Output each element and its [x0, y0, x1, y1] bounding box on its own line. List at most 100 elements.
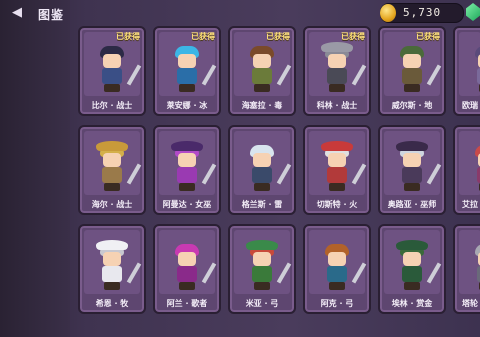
character-card[interactable]: 欧瑞 — [453, 26, 480, 116]
top-bar: ◀ 图鉴 5,730 — [0, 0, 480, 28]
character-name: 埃林 · 赏金 — [391, 299, 433, 308]
sprite-legs — [329, 84, 345, 92]
sprite-face — [328, 252, 346, 266]
character-sprite — [394, 240, 442, 292]
character-name: 切斯特 · 火 — [316, 200, 358, 209]
sprite-hat — [321, 141, 353, 151]
sprite-body — [177, 68, 197, 84]
sprite-body — [327, 167, 347, 183]
coin-counter: 5,730 — [380, 3, 464, 23]
sprite-face — [178, 153, 196, 167]
character-card[interactable]: 阿克 · 弓 — [303, 224, 371, 314]
character-card[interactable]: 已获得 科林 · 战士 — [303, 26, 371, 116]
character-card[interactable]: 已获得海塞拉 · 毒 — [228, 26, 296, 116]
sprite-legs — [404, 282, 420, 290]
character-name: 欧瑞 — [462, 101, 478, 110]
character-name: 奥路亚 · 巫师 — [387, 200, 437, 209]
character-card[interactable]: 已获得 莱安娜 · 冰 — [153, 26, 221, 116]
character-sprite — [469, 141, 480, 193]
obtained-badge: 已获得 — [416, 32, 440, 41]
sprite-legs — [104, 183, 120, 191]
character-card[interactable]: 海尔 · 战士 — [78, 125, 146, 215]
character-name: 比尔 · 战士 — [91, 101, 133, 110]
character-sprite — [394, 42, 442, 94]
character-sprite — [469, 240, 480, 292]
sprite-body — [327, 68, 347, 84]
sprite-body — [252, 68, 272, 84]
character-card[interactable]: 已获得 威尔斯 · 地 — [378, 26, 446, 116]
character-card[interactable]: 格兰斯 · 雷 — [228, 125, 296, 215]
sprite-legs — [104, 282, 120, 290]
character-sprite — [244, 42, 292, 94]
sprite-legs — [104, 84, 120, 92]
sprite-body — [102, 266, 122, 282]
character-sprite — [319, 141, 367, 193]
sprite-face — [103, 54, 121, 68]
sprite-face — [328, 54, 346, 68]
gem-icon[interactable] — [466, 3, 480, 21]
sprite-legs — [254, 282, 270, 290]
obtained-badge: 已获得 — [191, 32, 215, 41]
sprite-body — [327, 266, 347, 282]
character-card[interactable]: 阿兰 · 歌者 — [153, 224, 221, 314]
sprite-hat — [171, 141, 203, 151]
character-name: 米亚 · 弓 — [245, 299, 279, 308]
character-card[interactable]: 米亚 · 弓 — [228, 224, 296, 314]
sprite-face — [178, 252, 196, 266]
sprite-legs — [404, 183, 420, 191]
character-card[interactable]: 阿曼达 · 女巫 — [153, 125, 221, 215]
sprite-body — [402, 167, 422, 183]
character-name: 海尔 · 战士 — [91, 200, 133, 209]
character-card[interactable]: 希恩 · 牧 — [78, 224, 146, 314]
sprite-hat — [396, 141, 428, 151]
sprite-hat — [246, 240, 278, 250]
character-sprite — [244, 141, 292, 193]
sprite-face — [103, 153, 121, 167]
character-sprite — [169, 141, 217, 193]
sprite-face — [403, 153, 421, 167]
sprite-legs — [254, 84, 270, 92]
character-card[interactable]: 切斯特 · 火 — [303, 125, 371, 215]
page-title: 图鉴 — [38, 8, 65, 22]
sprite-body — [102, 167, 122, 183]
sprite-hat — [396, 240, 428, 250]
character-sprite — [94, 240, 142, 292]
sprite-face — [253, 252, 271, 266]
coin-amount: 5,730 — [403, 6, 442, 19]
side-panel — [0, 0, 70, 337]
coin-icon — [380, 4, 396, 22]
sprite-body — [252, 167, 272, 183]
obtained-badge: 已获得 — [266, 32, 290, 41]
character-card[interactable]: 塔轮 — [453, 224, 480, 314]
back-arrow-icon[interactable]: ◀ — [10, 6, 24, 20]
character-sprite — [169, 42, 217, 94]
sprite-face — [328, 153, 346, 167]
sprite-body — [402, 68, 422, 84]
character-card[interactable]: 埃林 · 赏金 — [378, 224, 446, 314]
sprite-face — [253, 54, 271, 68]
sprite-legs — [179, 282, 195, 290]
character-sprite — [94, 42, 142, 94]
character-name: 格兰斯 · 雷 — [241, 200, 283, 209]
character-sprite — [319, 240, 367, 292]
character-sprite — [469, 42, 480, 94]
sprite-face — [103, 252, 121, 266]
character-name: 艾拉 — [462, 200, 478, 209]
sprite-legs — [329, 282, 345, 290]
sprite-hat — [321, 42, 353, 52]
character-card[interactable]: 奥路亚 · 巫师 — [378, 125, 446, 215]
sprite-legs — [404, 84, 420, 92]
character-name: 阿兰 · 歌者 — [166, 299, 208, 308]
obtained-badge: 已获得 — [341, 32, 365, 41]
sprite-body — [252, 266, 272, 282]
character-name: 海塞拉 · 毒 — [241, 101, 283, 110]
sprite-hat — [96, 141, 128, 151]
character-card[interactable]: 艾拉 — [453, 125, 480, 215]
character-name: 阿曼达 · 女巫 — [162, 200, 212, 209]
sprite-body — [177, 266, 197, 282]
character-sprite — [394, 141, 442, 193]
sprite-face — [403, 54, 421, 68]
character-card[interactable]: 已获得 比尔 · 战士 — [78, 26, 146, 116]
sprite-legs — [329, 183, 345, 191]
sprite-face — [253, 153, 271, 167]
